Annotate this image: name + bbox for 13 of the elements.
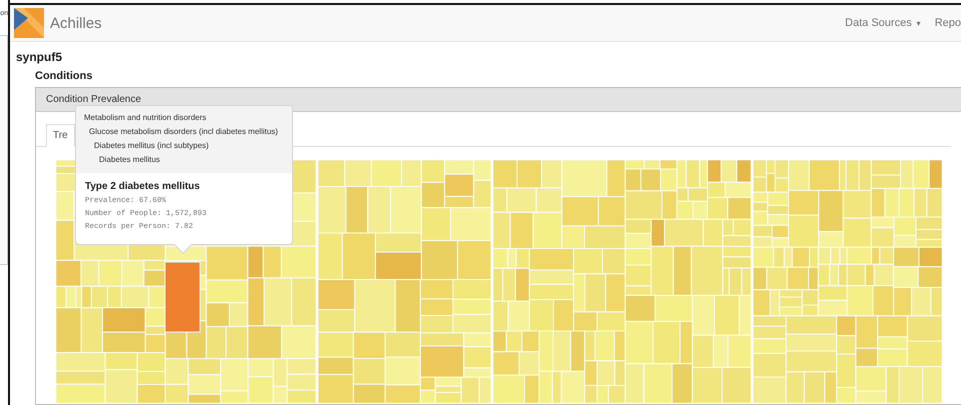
hierarchy-item: Diabetes mellitus <box>98 154 161 166</box>
hierarchy-item: Metabolism and nutrition disorders <box>84 112 208 124</box>
tab[interactable]: Tre <box>46 124 75 147</box>
nav-menu[interactable]: Repo <box>934 17 961 29</box>
nav-menu[interactable]: Data Sources ▾ <box>845 17 921 29</box>
source-name: synpuf5 <box>16 50 64 64</box>
hierarchy-item: Diabetes mellitus (incl subtypes) <box>93 140 210 152</box>
logo-icon <box>14 8 44 38</box>
panel-title: Condition Prevalence <box>36 88 961 112</box>
brand-name: Achilles <box>50 14 102 32</box>
tooltip-title: Type 2 diabetes mellitus <box>85 181 201 192</box>
hierarchy-item: Glucose metabolism disorders (incl diabetes mellitus) <box>88 126 279 138</box>
section-title: Conditions <box>35 70 94 82</box>
